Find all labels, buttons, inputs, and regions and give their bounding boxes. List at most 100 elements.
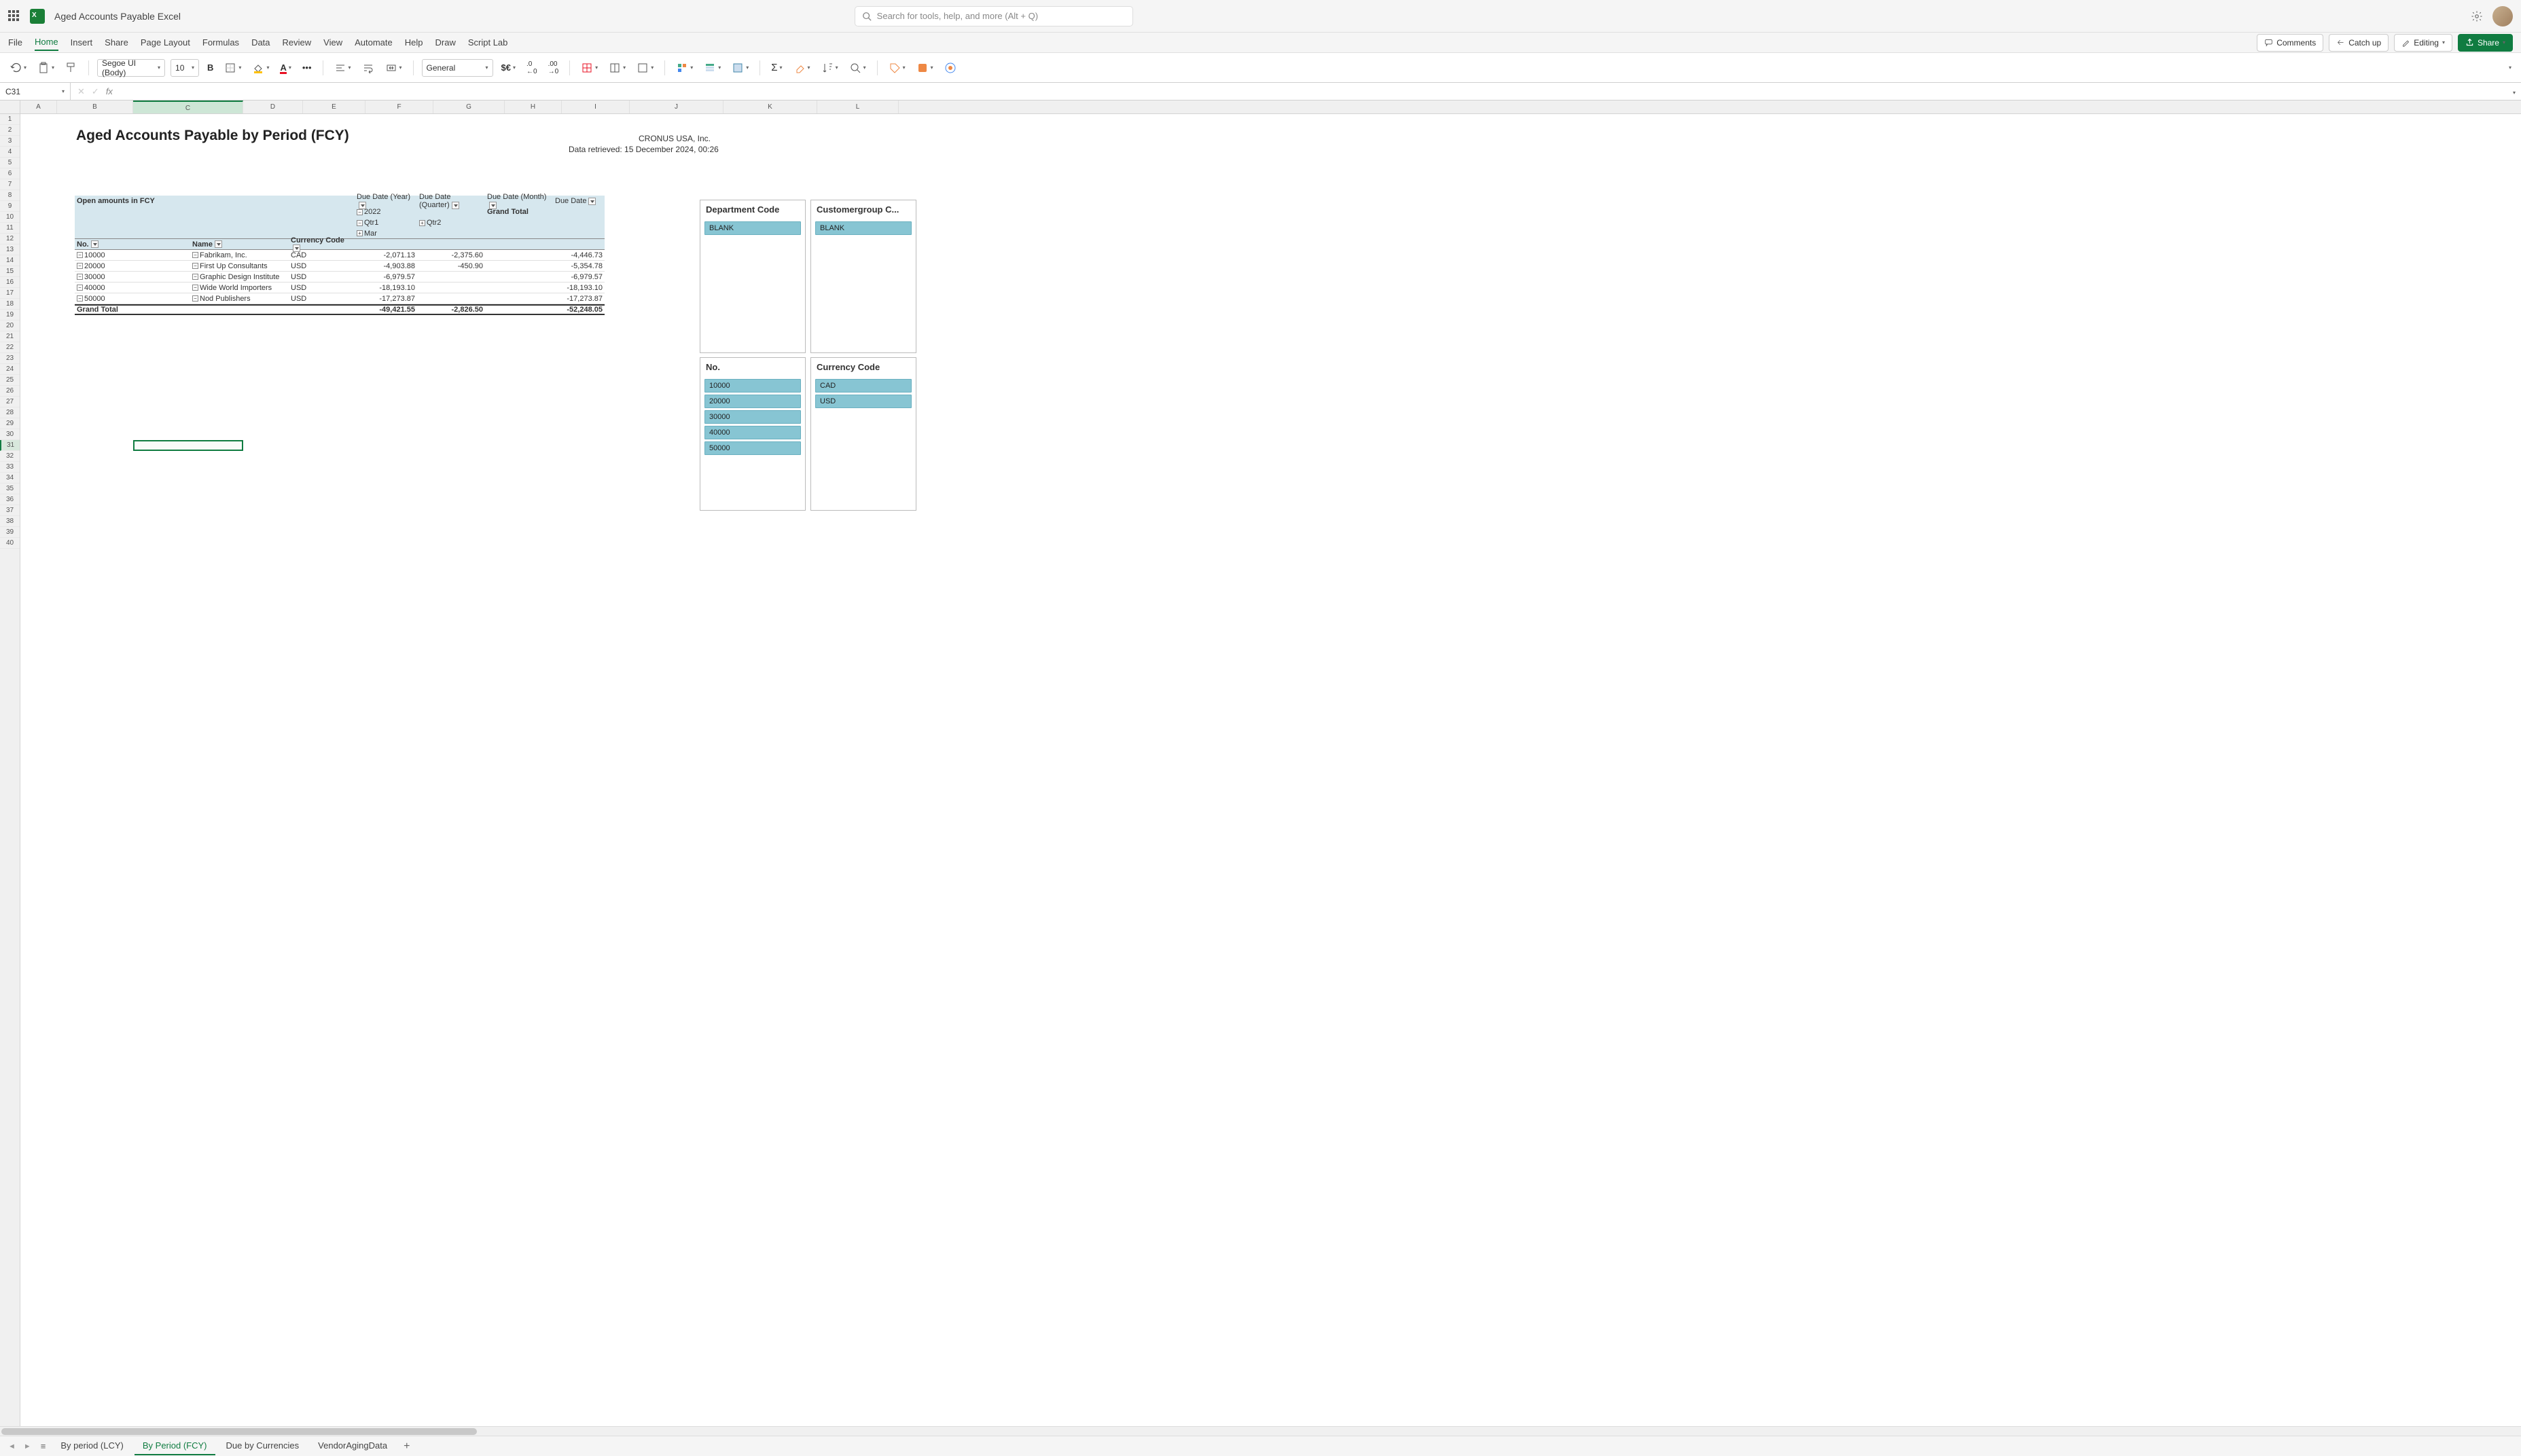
menu-review[interactable]: Review bbox=[283, 35, 312, 50]
pivot-qtr1[interactable]: −Qtr1 bbox=[355, 219, 417, 227]
row-header[interactable]: 22 bbox=[0, 342, 20, 353]
font-name-select[interactable]: Segoe UI (Body)▾ bbox=[97, 59, 165, 77]
fx-label[interactable]: fx bbox=[106, 86, 113, 96]
increase-decimal-button[interactable]: .00→0 bbox=[546, 58, 562, 78]
column-header[interactable]: C bbox=[133, 101, 243, 113]
row-header[interactable]: 28 bbox=[0, 407, 20, 418]
share-button[interactable]: Share▾ bbox=[2458, 34, 2513, 52]
row-header[interactable]: 20 bbox=[0, 321, 20, 331]
row-header[interactable]: 14 bbox=[0, 255, 20, 266]
ribbon-expand-button[interactable]: ▾ bbox=[2506, 62, 2514, 73]
collapse-icon[interactable]: − bbox=[77, 252, 83, 258]
row-header[interactable]: 12 bbox=[0, 234, 20, 244]
catch-up-button[interactable]: Catch up bbox=[2329, 34, 2389, 52]
align-button[interactable]: ▾ bbox=[332, 59, 354, 77]
user-avatar[interactable] bbox=[2492, 6, 2513, 26]
sheet-tab-fcy[interactable]: By Period (FCY) bbox=[135, 1437, 215, 1455]
row-header[interactable]: 25 bbox=[0, 375, 20, 386]
menu-file[interactable]: File bbox=[8, 35, 22, 50]
row-header[interactable]: 6 bbox=[0, 168, 20, 179]
currency-button[interactable]: $€▾ bbox=[499, 60, 518, 75]
column-header[interactable]: G bbox=[433, 101, 505, 113]
row-header[interactable]: 30 bbox=[0, 429, 20, 440]
row-header[interactable]: 4 bbox=[0, 147, 20, 158]
pivot-qtr2[interactable]: +Qtr2 bbox=[417, 219, 485, 227]
column-header[interactable]: J bbox=[630, 101, 723, 113]
slicer-item[interactable]: BLANK bbox=[704, 221, 801, 235]
menu-help[interactable]: Help bbox=[405, 35, 423, 50]
wrap-text-button[interactable] bbox=[359, 59, 377, 77]
menu-draw[interactable]: Draw bbox=[435, 35, 456, 50]
row-header[interactable]: 39 bbox=[0, 527, 20, 538]
scrollbar-thumb[interactable] bbox=[1, 1428, 477, 1435]
filter-icon[interactable] bbox=[91, 240, 99, 248]
collapse-icon[interactable]: − bbox=[192, 263, 198, 269]
collapse-icon[interactable]: − bbox=[192, 252, 198, 258]
row-header[interactable]: 9 bbox=[0, 201, 20, 212]
column-header[interactable]: K bbox=[723, 101, 817, 113]
slicer[interactable]: Currency CodeCADUSD bbox=[810, 357, 916, 511]
collapse-icon[interactable]: − bbox=[192, 274, 198, 280]
borders-button[interactable]: ▾ bbox=[221, 59, 244, 77]
slicer-item[interactable]: 10000 bbox=[704, 379, 801, 393]
menu-data[interactable]: Data bbox=[251, 35, 270, 50]
pivot-row-field-currency[interactable]: Currency Code bbox=[289, 236, 355, 253]
slicer-item[interactable]: 40000 bbox=[704, 426, 801, 439]
row-header[interactable]: 29 bbox=[0, 418, 20, 429]
row-header[interactable]: 19 bbox=[0, 310, 20, 321]
name-box[interactable]: C31▾ bbox=[0, 83, 71, 100]
column-header[interactable]: F bbox=[365, 101, 433, 113]
collapse-icon[interactable]: − bbox=[357, 209, 363, 215]
menu-automate[interactable]: Automate bbox=[355, 35, 393, 50]
sheet-viewport[interactable]: ABCDEFGHIJKL Aged Accounts Payable by Pe… bbox=[20, 101, 2521, 1426]
row-header[interactable]: 16 bbox=[0, 277, 20, 288]
pivot-data-row[interactable]: −20000−First Up ConsultantsUSD-4,903.88-… bbox=[75, 261, 605, 272]
filter-icon[interactable] bbox=[588, 198, 596, 205]
sheet-nav-prev[interactable]: ◄ bbox=[5, 1442, 18, 1451]
editing-mode-button[interactable]: Editing▾ bbox=[2394, 34, 2452, 52]
row-header[interactable]: 24 bbox=[0, 364, 20, 375]
sheet-tab-currencies[interactable]: Due by Currencies bbox=[218, 1437, 308, 1455]
pivot-data-row[interactable]: −10000−Fabrikam, Inc.CAD-2,071.13-2,375.… bbox=[75, 250, 605, 261]
row-header[interactable]: 3 bbox=[0, 136, 20, 147]
pivot-col-field-quarter[interactable]: Due Date (Quarter) bbox=[417, 193, 485, 209]
format-table-button[interactable]: ▾ bbox=[701, 59, 723, 77]
slicer-item[interactable]: BLANK bbox=[815, 221, 912, 235]
row-header[interactable]: 26 bbox=[0, 386, 20, 397]
menu-script-lab[interactable]: Script Lab bbox=[468, 35, 508, 50]
filter-icon[interactable] bbox=[293, 244, 300, 252]
more-font-button[interactable]: ••• bbox=[300, 60, 315, 75]
collapse-icon[interactable]: − bbox=[77, 295, 83, 302]
decrease-decimal-button[interactable]: .0←0 bbox=[524, 58, 540, 78]
confirm-formula-icon[interactable]: ✓ bbox=[92, 86, 99, 97]
pivot-col-field-year[interactable]: Due Date (Year) bbox=[355, 193, 417, 209]
number-format-select[interactable]: General▾ bbox=[422, 59, 493, 77]
row-header[interactable]: 27 bbox=[0, 397, 20, 407]
row-header[interactable]: 36 bbox=[0, 494, 20, 505]
row-header[interactable]: 11 bbox=[0, 223, 20, 234]
menu-page-layout[interactable]: Page Layout bbox=[141, 35, 190, 50]
row-header[interactable]: 15 bbox=[0, 266, 20, 277]
app-launcher-icon[interactable] bbox=[8, 10, 20, 22]
merge-button[interactable]: ▾ bbox=[382, 59, 405, 77]
undo-button[interactable]: ▾ bbox=[7, 59, 29, 77]
expand-icon[interactable]: + bbox=[357, 230, 363, 236]
sheet-tab-vendor-data[interactable]: VendorAgingData bbox=[310, 1437, 395, 1455]
format-cells-button[interactable]: ▾ bbox=[634, 59, 656, 77]
row-header[interactable]: 17 bbox=[0, 288, 20, 299]
format-painter-button[interactable] bbox=[62, 59, 80, 77]
collapse-icon[interactable]: − bbox=[77, 263, 83, 269]
filter-icon[interactable] bbox=[359, 202, 366, 209]
column-header[interactable]: I bbox=[562, 101, 630, 113]
slicer[interactable]: No.1000020000300004000050000 bbox=[700, 357, 806, 511]
slicer[interactable]: Customergroup C...BLANK bbox=[810, 200, 916, 353]
collapse-icon[interactable]: − bbox=[192, 285, 198, 291]
row-header[interactable]: 5 bbox=[0, 158, 20, 168]
paste-button[interactable]: ▾ bbox=[35, 59, 57, 77]
pivot-row-field-no[interactable]: No. bbox=[75, 240, 190, 249]
collapse-icon[interactable]: − bbox=[192, 295, 198, 302]
column-header[interactable]: B bbox=[57, 101, 133, 113]
all-sheets-button[interactable]: ≡ bbox=[37, 1441, 50, 1451]
fill-color-button[interactable]: ▾ bbox=[249, 59, 272, 77]
search-input[interactable]: Search for tools, help, and more (Alt + … bbox=[855, 6, 1133, 26]
